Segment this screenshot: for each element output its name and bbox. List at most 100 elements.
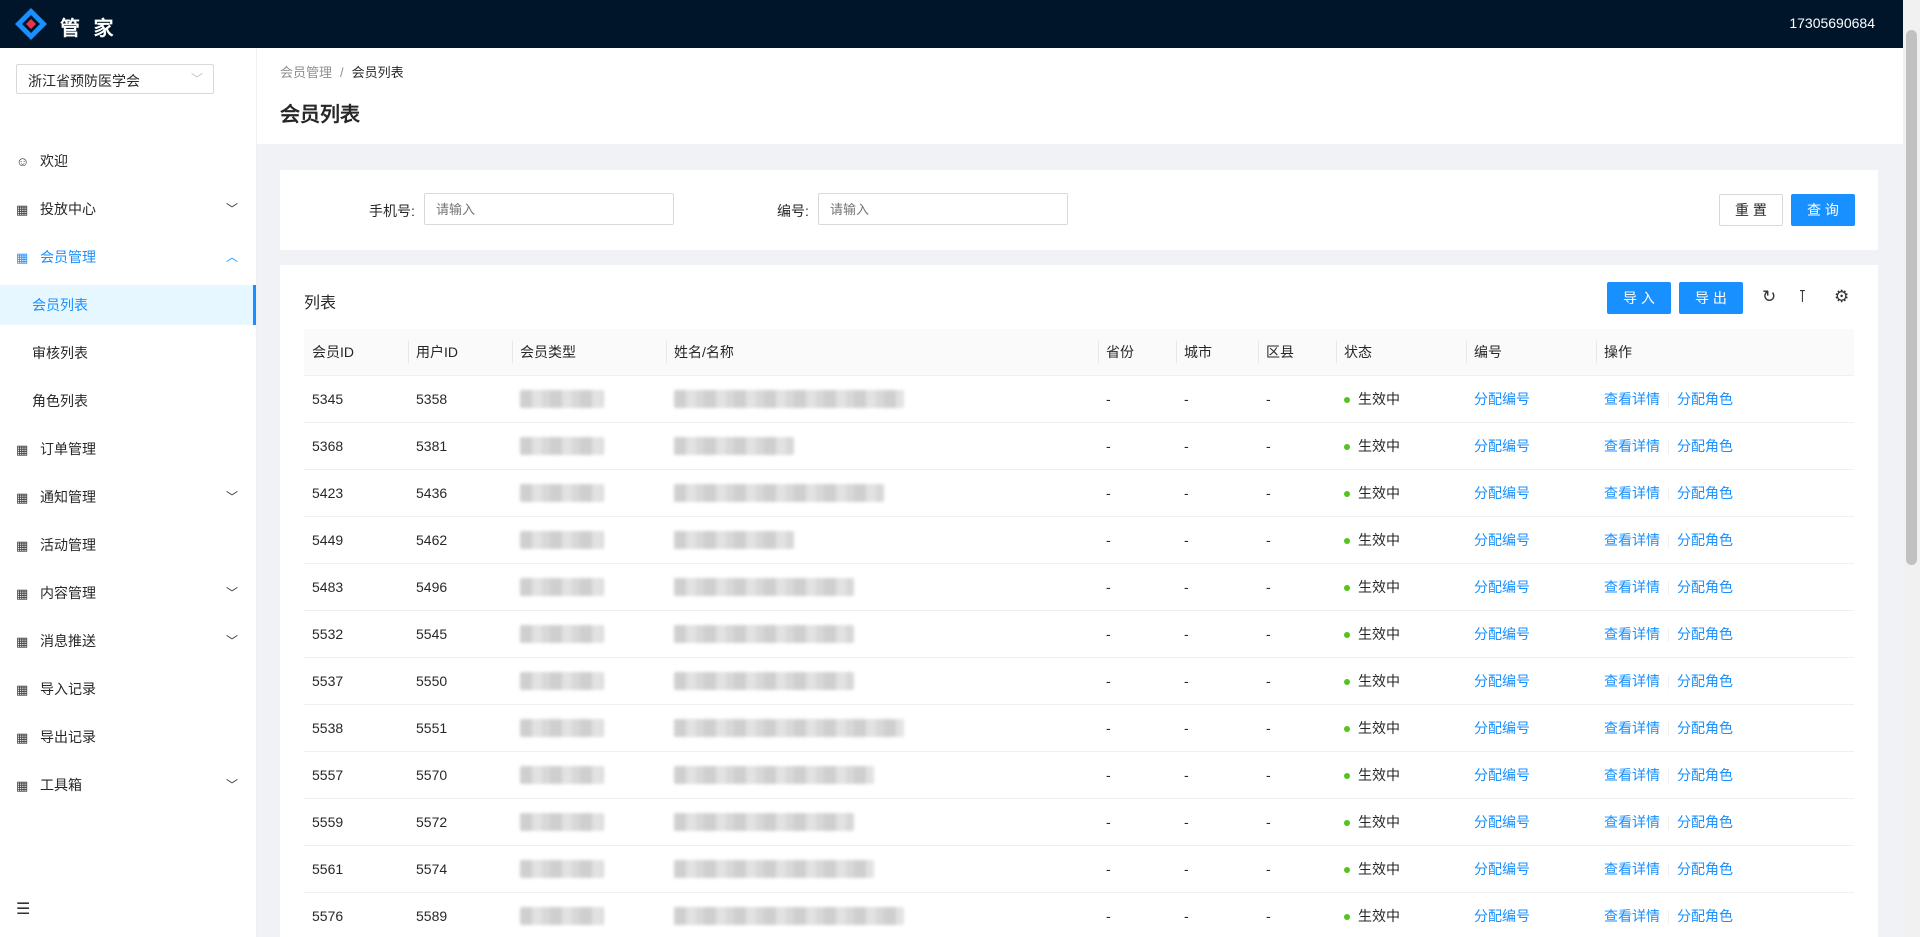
- view-detail-link[interactable]: 查看详情: [1604, 908, 1660, 924]
- assign-number-link[interactable]: 分配编号: [1474, 767, 1530, 783]
- assign-role-link[interactable]: 分配角色: [1677, 861, 1733, 877]
- page-scrollbar[interactable]: [1903, 0, 1920, 937]
- assign-role-link[interactable]: 分配角色: [1677, 814, 1733, 830]
- number-input[interactable]: [818, 193, 1068, 225]
- action-divider: [1668, 816, 1669, 831]
- status-cell: 生效中: [1336, 751, 1466, 799]
- reset-button[interactable]: 重 置: [1719, 194, 1783, 226]
- view-detail-link[interactable]: 查看详情: [1604, 438, 1660, 454]
- assign-role-link[interactable]: 分配角色: [1677, 391, 1733, 407]
- user-id-cell: 5551: [408, 704, 512, 752]
- reload-icon[interactable]: ↻: [1762, 287, 1776, 307]
- table-title: 列表: [304, 295, 337, 312]
- sidebar-item-label: 审核列表: [32, 345, 88, 361]
- export-button[interactable]: 导 出: [1679, 282, 1743, 314]
- assign-number-link[interactable]: 分配编号: [1474, 438, 1530, 454]
- table-row: 5449 5462- - - 生效中 分配编号 查看详情 分配角色: [304, 516, 1854, 564]
- sidebar-item-label: 工具箱: [40, 777, 82, 793]
- district-cell: -: [1258, 422, 1336, 470]
- member-id-cell: 5559: [304, 798, 408, 846]
- smile-icon: ☺: [16, 154, 30, 169]
- assign-number-link[interactable]: 分配编号: [1474, 626, 1530, 642]
- view-detail-link[interactable]: 查看详情: [1604, 626, 1660, 642]
- assign-number-link[interactable]: 分配编号: [1474, 673, 1530, 689]
- redacted-text: [520, 531, 604, 550]
- column-header: 操作: [1596, 329, 1854, 376]
- status-text: 生效中: [1358, 861, 1400, 877]
- org-select[interactable]: 浙江省预防医学会 ﹀: [16, 64, 214, 94]
- status-text: 生效中: [1358, 673, 1400, 689]
- assign-number-link[interactable]: 分配编号: [1474, 532, 1530, 548]
- sidebar-item[interactable]: ▦ 导入记录: [0, 669, 256, 709]
- scrollbar-thumb[interactable]: [1906, 30, 1917, 565]
- sidebar-item[interactable]: ▦ 投放中心 ﹀: [0, 189, 256, 229]
- sidebar-item[interactable]: ▦ 会员管理 ︿: [0, 237, 256, 277]
- view-detail-link[interactable]: 查看详情: [1604, 861, 1660, 877]
- member-type-cell: [512, 704, 666, 752]
- breadcrumb-separator: /: [340, 65, 344, 80]
- view-detail-link[interactable]: 查看详情: [1604, 814, 1660, 830]
- sidebar-item[interactable]: ▦ 工具箱 ﹀: [0, 765, 256, 805]
- assign-role-link[interactable]: 分配角色: [1677, 767, 1733, 783]
- view-detail-link[interactable]: 查看详情: [1604, 532, 1660, 548]
- view-detail-link[interactable]: 查看详情: [1604, 720, 1660, 736]
- district-cell: -: [1258, 610, 1336, 658]
- breadcrumb-item[interactable]: 会员管理: [280, 65, 332, 80]
- sidebar-item[interactable]: ▦ 内容管理 ﹀: [0, 573, 256, 613]
- column-header: 省份: [1098, 329, 1176, 376]
- sidebar-item[interactable]: 审核列表: [0, 333, 256, 373]
- name-cell: [666, 704, 1098, 752]
- sidebar-item[interactable]: ▦ 消息推送 ﹀: [0, 621, 256, 661]
- assign-role-link[interactable]: 分配角色: [1677, 579, 1733, 595]
- breadcrumb-current: 会员列表: [351, 65, 404, 80]
- sidebar-item[interactable]: ▦ 通知管理 ﹀: [0, 477, 256, 517]
- column-header: 城市: [1176, 329, 1258, 376]
- status-dot-icon: [1344, 914, 1350, 921]
- name-cell: [666, 469, 1098, 517]
- assign-role-link[interactable]: 分配角色: [1677, 485, 1733, 501]
- sidebar-item[interactable]: ▦ 订单管理: [0, 429, 256, 469]
- sidebar-item-label: 通知管理: [40, 489, 96, 505]
- view-detail-link[interactable]: 查看详情: [1604, 391, 1660, 407]
- sidebar-item-label: 活动管理: [40, 537, 96, 553]
- table-row: 5557 5570- - - 生效中 分配编号 查看详情 分配角色: [304, 751, 1854, 799]
- assign-number-link[interactable]: 分配编号: [1474, 579, 1530, 595]
- assign-role-link[interactable]: 分配角色: [1677, 532, 1733, 548]
- menu-fold-icon[interactable]: ☰: [16, 899, 30, 919]
- assign-number-link[interactable]: 分配编号: [1474, 908, 1530, 924]
- redacted-text: [674, 390, 904, 409]
- action-divider: [1668, 628, 1669, 643]
- status-cell: 生效中: [1336, 704, 1466, 752]
- assign-role-link[interactable]: 分配角色: [1677, 438, 1733, 454]
- sidebar-item[interactable]: 角色列表: [0, 381, 256, 421]
- user-phone[interactable]: 17305690684: [1789, 15, 1875, 31]
- setting-icon[interactable]: ⚙: [1834, 287, 1849, 307]
- view-detail-link[interactable]: 查看详情: [1604, 485, 1660, 501]
- redacted-text: [674, 813, 854, 832]
- assign-role-link[interactable]: 分配角色: [1677, 908, 1733, 924]
- column-height-icon[interactable]: ⊺: [1798, 287, 1807, 307]
- status-cell: 生效中: [1336, 422, 1466, 470]
- import-button[interactable]: 导 入: [1607, 282, 1671, 314]
- member-type-cell: [512, 798, 666, 846]
- view-detail-link[interactable]: 查看详情: [1604, 767, 1660, 783]
- assign-number-link[interactable]: 分配编号: [1474, 391, 1530, 407]
- assign-role-link[interactable]: 分配角色: [1677, 673, 1733, 689]
- sidebar-item[interactable]: 会员列表: [0, 285, 256, 325]
- status-cell: 生效中: [1336, 657, 1466, 705]
- redacted-text: [520, 437, 604, 456]
- view-detail-link[interactable]: 查看详情: [1604, 673, 1660, 689]
- phone-input[interactable]: [424, 193, 674, 225]
- view-detail-link[interactable]: 查看详情: [1604, 579, 1660, 595]
- sidebar-item[interactable]: ▦ 导出记录: [0, 717, 256, 757]
- assign-number-link[interactable]: 分配编号: [1474, 485, 1530, 501]
- status-text: 生效中: [1358, 720, 1400, 736]
- assign-role-link[interactable]: 分配角色: [1677, 626, 1733, 642]
- query-button[interactable]: 查 询: [1791, 194, 1855, 226]
- assign-role-link[interactable]: 分配角色: [1677, 720, 1733, 736]
- assign-number-link[interactable]: 分配编号: [1474, 814, 1530, 830]
- assign-number-link[interactable]: 分配编号: [1474, 861, 1530, 877]
- sidebar-item[interactable]: ☺ 欢迎: [0, 141, 256, 181]
- sidebar-item[interactable]: ▦ 活动管理: [0, 525, 256, 565]
- assign-number-link[interactable]: 分配编号: [1474, 720, 1530, 736]
